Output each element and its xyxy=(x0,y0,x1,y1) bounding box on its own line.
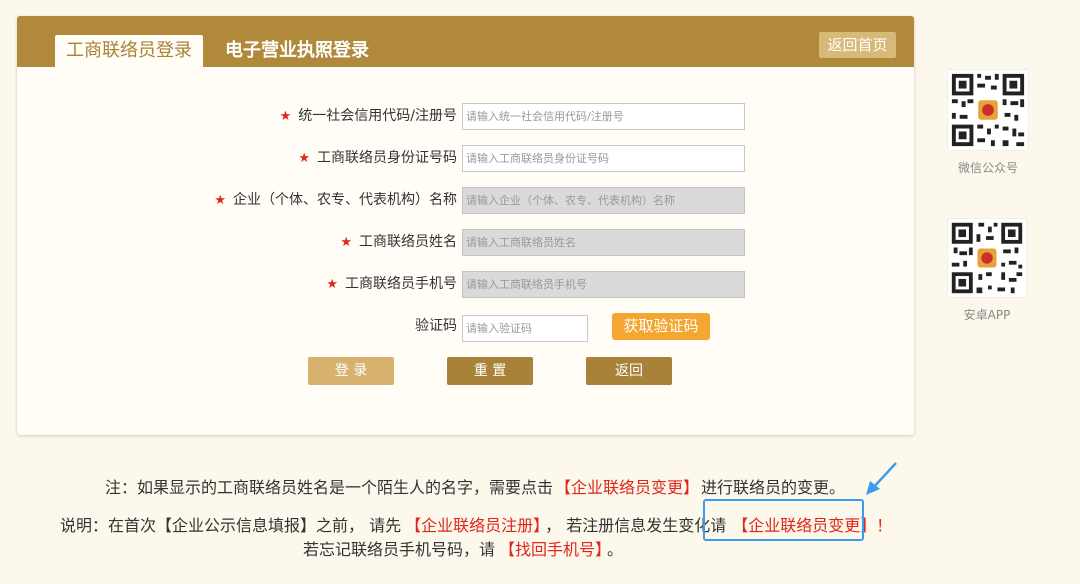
login-button[interactable]: 登 录 xyxy=(308,357,394,385)
liaison-register-link[interactable]: 【企业联络员注册】 xyxy=(405,516,541,535)
company-name-input[interactable]: 请输入企业（个体、农专、代表机构）名称 xyxy=(462,187,745,214)
phone-input[interactable]: 请输入工商联络员手机号 xyxy=(462,271,745,298)
field-row-liaison-name: ★ 工商联络员姓名 xyxy=(17,229,457,257)
field-row-captcha: 验证码 xyxy=(17,313,457,341)
required-marker: ★ xyxy=(326,277,338,292)
note-line-1: 注：如果显示的工商联络员姓名是一个陌生人的名字，需要点击 【企业联络员变更】 进行联… xyxy=(105,478,846,497)
field-label: 统一社会信用代码/注册号 xyxy=(298,108,457,124)
back-button[interactable]: 返回 xyxy=(586,357,672,385)
captcha-input[interactable]: 请输入验证码 xyxy=(462,315,588,342)
tab-liaison-login[interactable]: 工商联络员登录 xyxy=(55,35,203,67)
field-label: 工商联络员姓名 xyxy=(359,234,457,250)
required-marker: ★ xyxy=(214,193,226,208)
wechat-qr-card: 微信公众号 xyxy=(947,69,1029,176)
reset-button[interactable]: 重 置 xyxy=(447,357,533,385)
captcha-label: 验证码 xyxy=(415,318,457,334)
required-marker: ★ xyxy=(340,235,352,250)
tab-e-license-login[interactable]: 电子营业执照登录 xyxy=(225,35,369,67)
field-label: 企业（个体、农专、代表机构）名称 xyxy=(233,192,457,208)
field-row-phone: ★ 工商联络员手机号 xyxy=(17,271,457,299)
liaison-name-input[interactable]: 请输入工商联络员姓名 xyxy=(462,229,745,256)
android-qr-card: 安卓APP xyxy=(947,218,1027,323)
id-number-input[interactable]: 请输入工商联络员身份证号码 xyxy=(462,145,745,172)
get-captcha-button[interactable]: 获取验证码 xyxy=(612,313,710,340)
field-label: 工商联络员身份证号码 xyxy=(317,150,457,166)
recover-phone-link[interactable]: 【找回手机号】 xyxy=(499,540,603,559)
wechat-qr-caption: 微信公众号 xyxy=(957,161,1018,175)
field-row-id-number: ★ 工商联络员身份证号码 xyxy=(17,145,457,173)
field-row-company-name: ★ 企业（个体、农专、代表机构）名称 xyxy=(17,187,457,215)
credit-code-input[interactable]: 请输入统一社会信用代码/注册号 xyxy=(462,103,745,130)
pointer-arrow-icon xyxy=(866,462,897,495)
wechat-qr-code-icon[interactable] xyxy=(947,69,1029,151)
highlight-box xyxy=(703,499,864,541)
required-marker: ★ xyxy=(279,109,292,124)
note-line-3: 若忘记联络员手机号码，请 【找回手机号】。 xyxy=(303,540,624,559)
return-home-button[interactable]: 返回首页 xyxy=(819,32,896,58)
android-qr-caption: 安卓APP xyxy=(963,308,1011,322)
panel-header: 工商联络员登录 电子营业执照登录 返回首页 xyxy=(17,16,914,67)
field-label: 工商联络员手机号 xyxy=(345,276,457,292)
liaison-change-link[interactable]: 【企业联络员变更】 xyxy=(555,478,699,497)
field-row-credit-code: ★ 统一社会信用代码/注册号 xyxy=(17,103,457,131)
required-marker: ★ xyxy=(298,151,310,166)
android-app-qr-code-icon[interactable] xyxy=(947,218,1027,298)
